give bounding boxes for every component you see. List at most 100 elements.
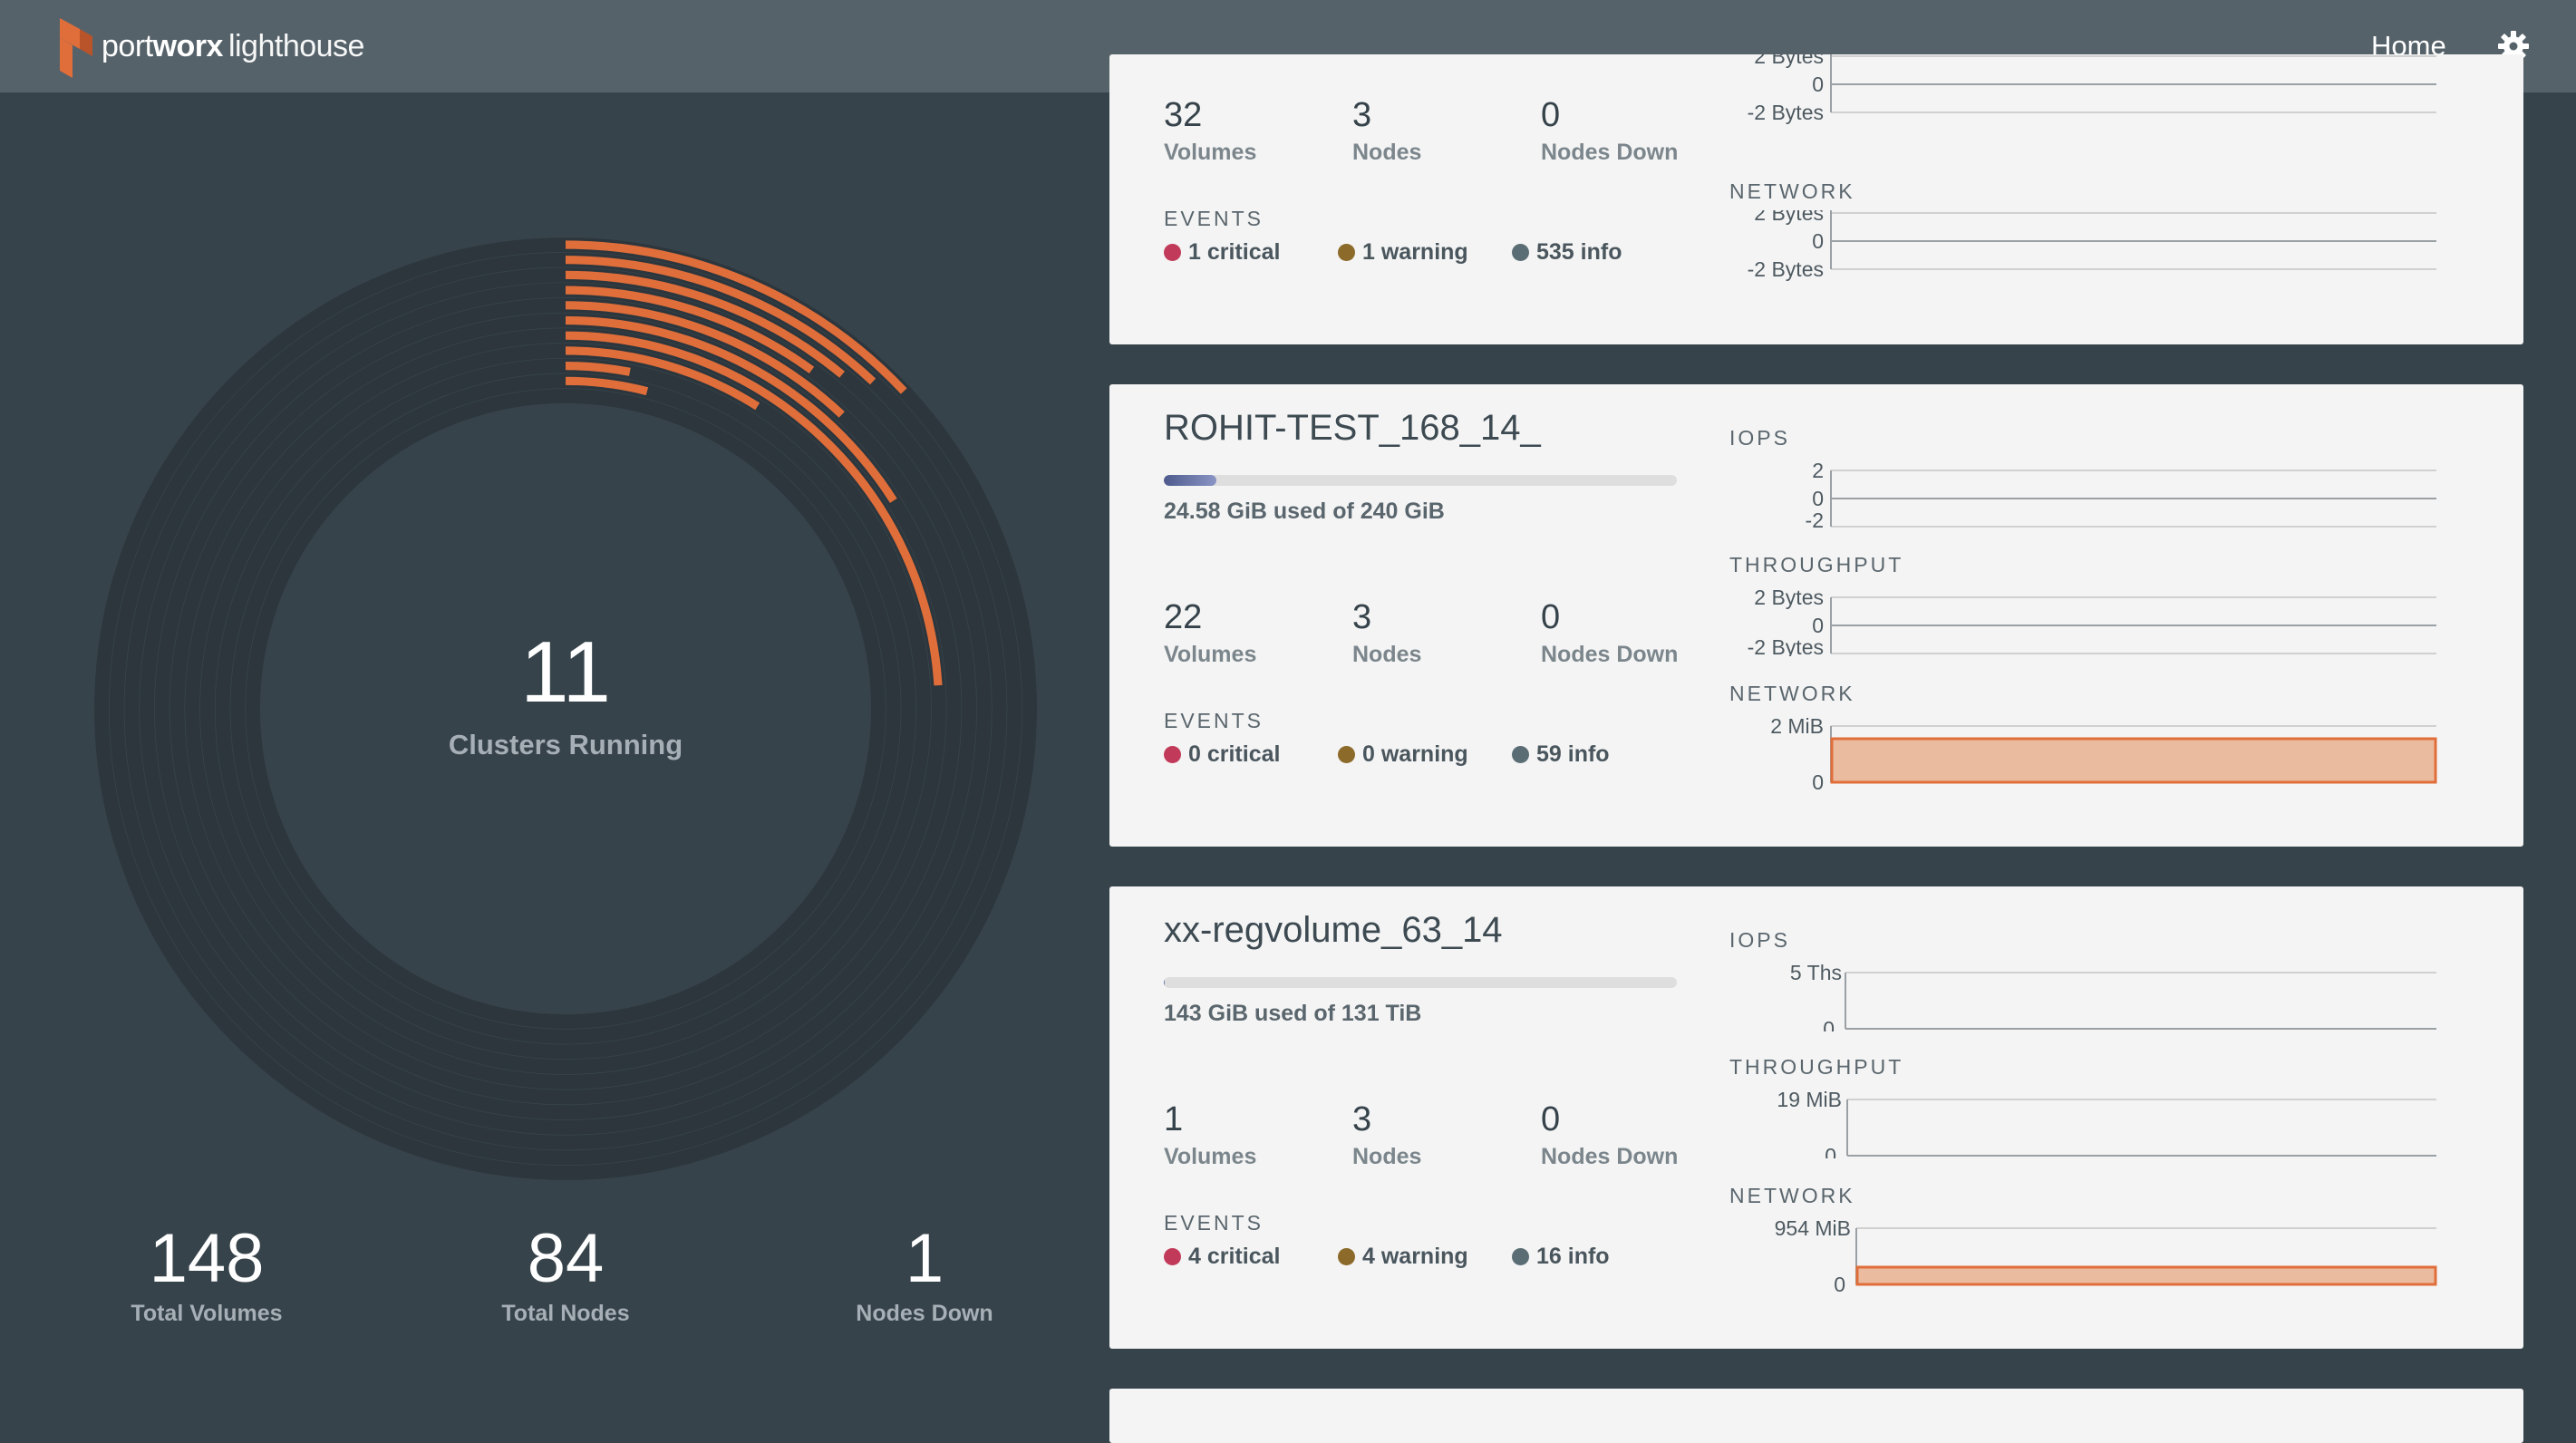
critical-events-text: 1 critical [1188, 239, 1281, 265]
logo-product-name: lighthouse [228, 29, 365, 63]
nodes-down-label: Nodes Down [1541, 140, 1679, 165]
info-events[interactable]: 59 info [1512, 741, 1610, 768]
clusters-running-count: 11 [520, 624, 611, 721]
warning-events[interactable]: 4 warning [1338, 1244, 1468, 1270]
network-area-series [1855, 1265, 2437, 1286]
network-label: NETWORK [1729, 179, 1855, 203]
info-events[interactable]: 16 info [1512, 1244, 1610, 1270]
info-dot-icon [1512, 244, 1529, 261]
iops-chart: 5 Ths 0 [1729, 959, 2455, 1031]
cluster-summary-panel: 11 Clusters Running 148 Total Volumes 84… [0, 92, 1088, 1418]
iops-label: IOPS [1729, 928, 1790, 952]
cluster-name[interactable]: xx-regvolume_63_14 [1164, 910, 1503, 951]
nodes-down-count: 0 [1541, 598, 1561, 636]
nodes-down-label: Nodes Down [1541, 1144, 1679, 1169]
volumes-label: Volumes [1164, 140, 1257, 165]
iops-label: IOPS [1729, 426, 1790, 450]
y-tick: 2 Bytes [1754, 54, 1824, 68]
warning-dot-icon [1338, 746, 1355, 763]
y-tick: 2 Bytes [1754, 210, 1824, 225]
info-dot-icon [1512, 1248, 1529, 1265]
volumes-label: Volumes [1164, 642, 1257, 667]
critical-events[interactable]: 1 critical [1164, 239, 1280, 266]
y-tick: 2 [1812, 459, 1824, 482]
total-nodes-value: 84 [527, 1220, 605, 1297]
network-label: NETWORK [1729, 682, 1855, 705]
capacity-bar-fill [1164, 475, 1216, 486]
nodes-down-count: 0 [1541, 96, 1561, 134]
nodes-count: 3 [1352, 96, 1372, 134]
network-chart: 2 Bytes 0 -2 Bytes [1729, 210, 2455, 283]
throughput-chart: 2 Bytes 0 -2 Bytes [1729, 584, 2455, 656]
throughput-chart: 2 Bytes 0 -2 Bytes [1729, 54, 2455, 163]
events-label: EVENTS [1164, 709, 1264, 732]
nodes-down-value: 1 [905, 1220, 944, 1297]
network-label: NETWORK [1729, 1184, 1855, 1207]
warning-events-text: 4 warning [1362, 1244, 1468, 1269]
critical-events[interactable]: 0 critical [1164, 741, 1280, 768]
y-tick: 2 MiB [1770, 714, 1824, 738]
y-tick: 0 [1812, 770, 1824, 794]
total-volumes-stat: 148 Total Volumes [71, 1221, 343, 1327]
y-tick: 0 [1812, 614, 1824, 637]
info-events-text: 59 info [1536, 741, 1610, 767]
throughput-label: THROUGHPUT [1729, 553, 1904, 576]
critical-events-text: 0 critical [1188, 741, 1281, 767]
nodes-down-count: 0 [1541, 1100, 1561, 1138]
critical-dot-icon [1164, 1248, 1181, 1265]
nodes-label: Nodes [1352, 642, 1422, 667]
capacity-bar [1164, 475, 1677, 486]
y-tick: 0 [1834, 1273, 1845, 1296]
y-tick: 5 Ths [1790, 961, 1842, 984]
volumes-count: 32 [1164, 96, 1203, 134]
nodes-label: Nodes [1352, 1144, 1422, 1169]
events-label: EVENTS [1164, 207, 1264, 230]
y-tick: -2 [1806, 508, 1824, 529]
capacity-bar [1164, 977, 1677, 988]
volumes-count: 1 [1164, 1100, 1184, 1138]
warning-events-text: 1 warning [1362, 239, 1468, 265]
app-logo-wordmark[interactable]: portworx lighthouse [102, 24, 364, 69]
info-dot-icon [1512, 746, 1529, 763]
y-tick: 0 [1812, 487, 1824, 510]
y-tick: 0 [1812, 73, 1824, 96]
info-events-text: 16 info [1536, 1244, 1610, 1269]
events-label: EVENTS [1164, 1211, 1264, 1235]
network-chart: 2 MiB 0 [1729, 712, 2455, 794]
cluster-card[interactable] [1109, 1389, 2523, 1443]
logo-brand-bold: worx [152, 29, 224, 63]
nodes-down-label: Nodes Down [856, 1301, 993, 1326]
y-tick: 0 [1823, 1017, 1835, 1031]
info-events[interactable]: 535 info [1512, 239, 1622, 266]
clusters-running-label: Clusters Running [448, 729, 683, 760]
critical-events-text: 4 critical [1188, 1244, 1281, 1269]
cluster-card[interactable]: xx-regvolume_63_14 143 GiB used of 131 T… [1109, 886, 2523, 1349]
clusters-running-summary: 11 Clusters Running [384, 627, 747, 761]
total-nodes-stat: 84 Total Nodes [430, 1221, 702, 1327]
nodes-label: Nodes [1352, 140, 1422, 165]
throughput-chart: 19 MiB 0 [1729, 1086, 2455, 1158]
cluster-name[interactable]: ROHIT-TEST_168_14_ [1164, 408, 1541, 449]
capacity-text: 143 GiB used of 131 TiB [1164, 1001, 1422, 1026]
cluster-card[interactable]: ROHIT-TEST_168_14_ 24.58 GiB used of 240… [1109, 384, 2523, 847]
capacity-bar-fill [1164, 977, 1165, 988]
y-tick: 0 [1812, 229, 1824, 253]
nodes-count: 3 [1352, 1100, 1372, 1138]
y-tick: 954 MiB [1775, 1216, 1851, 1240]
critical-dot-icon [1164, 746, 1181, 763]
critical-events[interactable]: 4 critical [1164, 1244, 1280, 1270]
critical-dot-icon [1164, 244, 1181, 261]
total-volumes-value: 148 [149, 1220, 265, 1297]
warning-events[interactable]: 1 warning [1338, 239, 1468, 266]
y-tick: 19 MiB [1777, 1088, 1842, 1111]
network-area-series [1830, 737, 2437, 784]
nodes-down-label: Nodes Down [1541, 642, 1679, 667]
cluster-card[interactable]: 32 Volumes 3 Nodes 0 Nodes Down EVENTS 1… [1109, 54, 2523, 344]
logo-brand-thin: port [102, 29, 153, 63]
warning-dot-icon [1338, 244, 1355, 261]
y-tick: -2 Bytes [1748, 101, 1824, 124]
volumes-label: Volumes [1164, 1144, 1257, 1169]
portworx-logo-icon[interactable] [53, 18, 92, 78]
nodes-count: 3 [1352, 598, 1372, 636]
warning-events[interactable]: 0 warning [1338, 741, 1468, 768]
